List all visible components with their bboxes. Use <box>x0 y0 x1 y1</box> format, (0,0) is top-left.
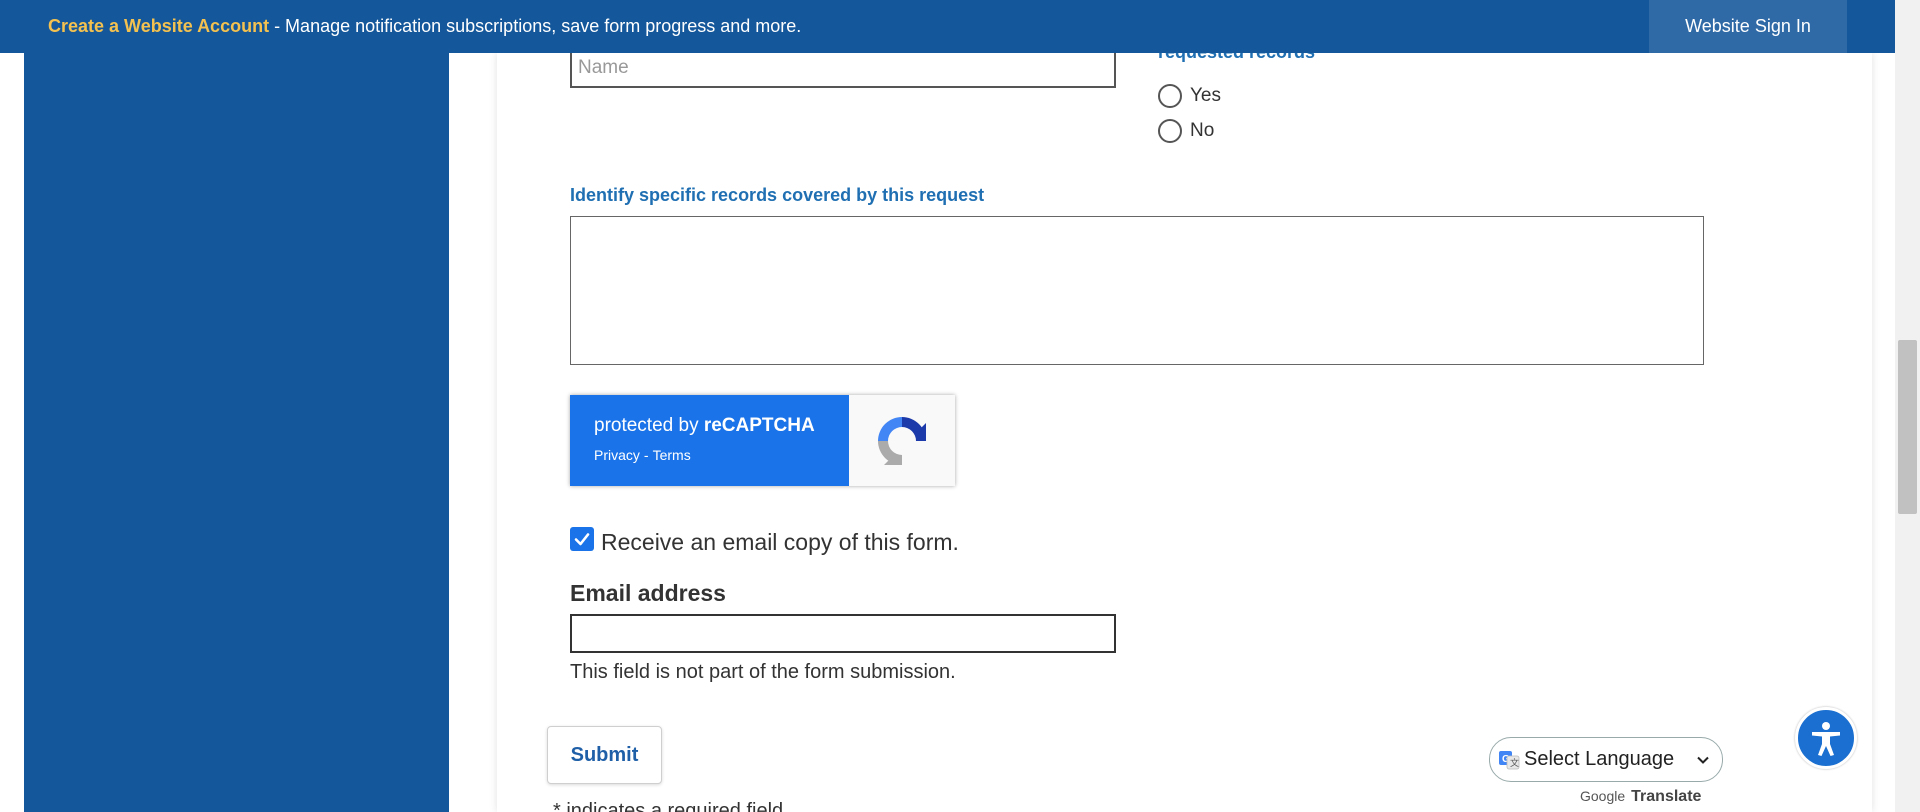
account-notification-bar: Create a Website Account - Manage notifi… <box>0 0 1895 53</box>
recaptcha-separator: - <box>643 447 649 463</box>
email-address-label: Email address <box>570 580 726 606</box>
records-label: Identify specific records covered by thi… <box>570 185 985 205</box>
radio-option-yes[interactable]: Yes <box>1158 84 1221 108</box>
submit-button[interactable]: Submit <box>547 726 662 784</box>
google-translate-icon: G 文 <box>1499 750 1520 769</box>
radio-button-no[interactable] <box>1158 119 1182 143</box>
recaptcha-info: protected by reCAPTCHA Privacy - Terms <box>570 395 849 486</box>
page-scrollbar[interactable] <box>1895 0 1920 812</box>
checkmark-icon <box>574 533 590 546</box>
sign-in-button[interactable]: Website Sign In <box>1649 0 1847 53</box>
topbar-message: Create a Website Account - Manage notifi… <box>48 16 801 37</box>
recaptcha-logo <box>849 395 955 486</box>
google-wordmark: Google <box>1580 788 1626 804</box>
scrollbar-thumb[interactable] <box>1898 340 1917 514</box>
language-select[interactable]: G 文 Select Language <box>1489 737 1723 782</box>
svg-text:文: 文 <box>1510 757 1519 768</box>
recaptcha-privacy-link[interactable]: Privacy <box>594 447 640 463</box>
recaptcha-links: Privacy - Terms <box>594 447 849 463</box>
radio-button-yes[interactable] <box>1158 84 1182 108</box>
accessibility-icon <box>1812 722 1840 756</box>
google-translate-credit: Google Translate <box>1580 788 1701 806</box>
radio-option-no[interactable]: No <box>1158 119 1214 143</box>
page-gutter <box>0 53 24 812</box>
recaptcha-title-brand: reCAPTCHA <box>703 415 815 436</box>
recaptcha-title-prefix: protected by <box>594 415 704 436</box>
accessibility-button[interactable] <box>1795 707 1857 769</box>
recaptcha-terms-link[interactable]: Terms <box>653 447 691 463</box>
radio-label-no: No <box>1190 120 1215 141</box>
topbar-message-text: - Manage notification subscriptions, sav… <box>269 16 802 36</box>
email-copy-checkbox[interactable] <box>570 527 594 551</box>
create-account-link[interactable]: Create a Website Account <box>48 16 269 36</box>
recaptcha-logo-icon <box>878 416 926 465</box>
recaptcha-title: protected by reCAPTCHA <box>594 415 849 437</box>
recaptcha-badge[interactable]: protected by reCAPTCHA Privacy - Terms <box>570 395 955 486</box>
language-select-label: Select Language <box>1524 748 1675 770</box>
radio-label-yes: Yes <box>1190 85 1221 106</box>
email-field-note: This field is not part of the form submi… <box>570 661 956 683</box>
chevron-down-icon <box>1697 756 1709 764</box>
email-field[interactable] <box>570 614 1116 653</box>
left-sidebar <box>24 53 449 812</box>
records-textarea[interactable] <box>570 216 1704 365</box>
required-field-note: * indicates a required field <box>553 800 784 812</box>
name-input[interactable] <box>570 48 1116 88</box>
email-copy-label: Receive an email copy of this form. <box>601 529 959 555</box>
translate-link[interactable]: Translate <box>1631 788 1701 806</box>
